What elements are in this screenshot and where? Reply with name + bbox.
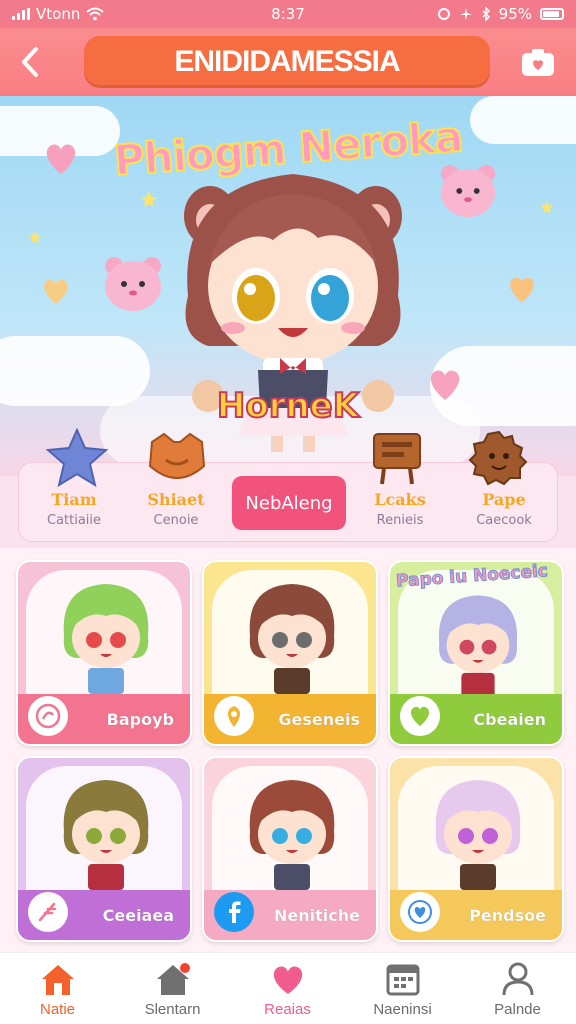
person-icon [502,962,533,996]
card-label: Bapoyb [106,709,174,729]
heart-icon [510,277,534,303]
battery-icon [540,8,564,20]
camera-icon [522,49,554,76]
category-label: Shiaet [147,490,205,509]
tab-slentarn[interactable]: Slentarn [115,959,230,1018]
card-label: Ceeiaea [102,905,174,925]
shield-icon [373,433,421,485]
house-notification-icon [156,963,190,995]
card-label: Geseneis [278,709,360,729]
tab-label: Natie [39,1001,76,1018]
card-label: Cbeaien [473,709,546,729]
category-label: Lcaks [374,490,426,509]
sync-icon [437,8,450,20]
tab-reaias[interactable]: Reaias [230,959,345,1018]
heart-icon [410,706,430,726]
bluetooth-icon [482,7,490,21]
card-action-button[interactable] [214,696,254,736]
character-card[interactable]: Bapoyb [16,560,192,746]
star-icon [28,230,42,244]
app-header: ENIDIDAMESSIA [0,28,576,96]
card-action-button[interactable] [28,892,68,932]
pink-bear-mascot [440,164,496,218]
category-label: Tiam [51,490,97,509]
status-bar: Vtonn 8:37 95% [0,0,576,28]
category-pape[interactable]: Pape Caecook [454,490,554,528]
tab-label: Slentarn [144,1001,201,1018]
tab-label: Palnde [494,1001,541,1018]
calendar-icon [386,964,419,996]
category-label: Pape [482,490,526,509]
swirl-icon [35,703,61,729]
wifi-icon [86,7,105,21]
character-card[interactable]: Geseneis [202,560,378,746]
status-right: 95% [437,5,564,23]
heart-icon [44,279,68,305]
bottom-tab-bar: Natie Slentarn Reaias Naeninsi Palnde [0,952,576,1024]
star-icon [45,428,109,488]
category-sub: Caecook [476,513,532,528]
card-action-button[interactable] [28,696,68,736]
star-icon [540,200,554,214]
tab-label: Naeninsi [373,1001,432,1018]
tab-home[interactable]: Natie [0,959,115,1018]
chibi-character [249,780,335,890]
category-nebaleng-active[interactable]: NebAleng [232,476,346,530]
category-sub: Cenoie [153,513,199,528]
card-action-button[interactable] [400,696,440,736]
chibi-character [63,780,149,890]
chibi-character [249,584,335,694]
star-icon [140,190,158,208]
card-action-button[interactable] [214,892,254,932]
location-pin-icon [228,706,240,727]
category-sub: Cattiaiie [46,513,102,528]
character-card[interactable]: Pendsoe [388,756,564,942]
airplane-icon [459,8,472,20]
character-card[interactable]: Papo iu Noeceic Cbeaien [388,560,564,746]
chevron-left-icon [22,47,38,77]
chibi-character [435,780,521,890]
battery-percent: 95% [498,5,532,23]
category-lcaks[interactable]: Lcaks Renieis [350,490,450,528]
home-icon [41,965,74,995]
card-action-button[interactable] [400,892,440,932]
back-button[interactable] [0,28,60,96]
heart-icon [408,900,432,924]
category-tiam[interactable]: Tiam Cattiaiie [24,490,124,528]
hero-character-name: HorneK [216,385,360,427]
pink-bear-mascot [105,257,161,311]
tab-naeninsi[interactable]: Naeninsi [345,959,460,1018]
tab-label: Reaias [264,1001,311,1018]
category-sub: Renieis [376,513,424,528]
heart-icon [273,966,302,994]
header-title: ENIDIDAMESSIA [84,36,490,88]
chibi-character [63,584,149,694]
facebook-icon [229,901,241,923]
hero-banner: Phiogm Neroka HorneK [0,96,576,476]
character-card[interactable]: Ceeiaea [16,756,192,942]
tab-palnde[interactable]: Palnde [460,959,575,1018]
cookie-icon [468,430,528,486]
carrier-label: Vtonn [36,5,81,23]
character-card[interactable]: Nenitiche [202,756,378,942]
category-shiaet[interactable]: Shiaet Cenoie [126,490,226,528]
feather-icon [38,902,57,922]
camera-button[interactable] [520,44,556,80]
cat-face-icon [148,432,206,479]
chibi-character [438,595,518,697]
card-label: Pendsoe [469,905,546,925]
signal-icon [12,8,30,20]
card-label: Nenitiche [274,905,360,925]
status-left: Vtonn [12,5,105,23]
